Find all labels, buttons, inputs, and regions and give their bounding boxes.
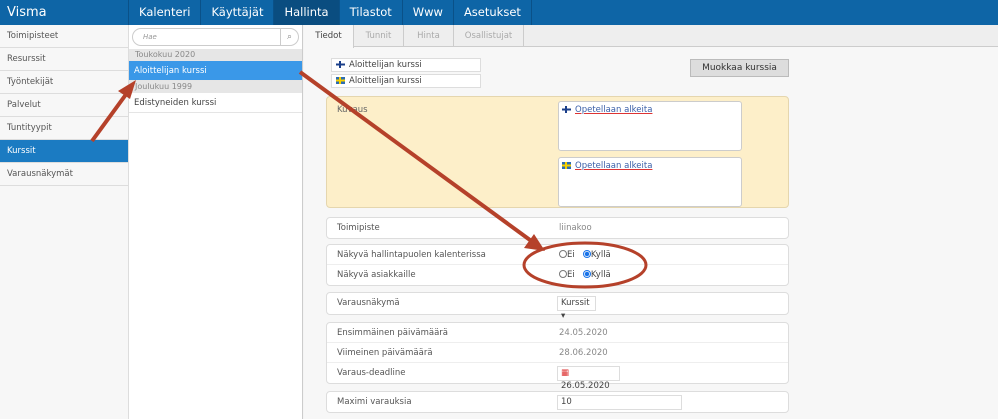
nav-www[interactable]: Www — [403, 0, 454, 25]
dates-box: Ensimmäinen päivämäärä 24.05.2020 Viimein… — [326, 322, 789, 391]
sidebar-item-kurssit[interactable]: Kurssit — [0, 140, 128, 163]
first-date-value: 24.05.2020 — [559, 328, 608, 338]
sidebar-item-tuntityypit[interactable]: Tuntityypit — [0, 117, 128, 140]
tab-hinta[interactable]: Hinta — [404, 25, 454, 46]
last-date-row: Viimeinen päivämäärä 28.06.2020 — [327, 343, 788, 363]
sweden-flag-icon — [336, 77, 345, 84]
group-header: Joulukuu 1999 — [129, 81, 302, 93]
course-name-sv-text: Aloittelijan kurssi — [349, 76, 422, 86]
finland-flag-icon — [336, 61, 345, 68]
tab-tunnit[interactable]: Tunnit — [354, 25, 404, 46]
tab-bar: Tiedot Tunnit Hinta Osallistujat — [304, 25, 998, 48]
first-date-label: Ensimmäinen päivämäärä — [337, 328, 448, 338]
max-bookings-box: Maximi varauksia 10 — [326, 391, 789, 413]
booking-view-box: Varausnäkymä Kurssit ▾ — [326, 292, 789, 321]
course-name-fi: Aloittelijan kurssi — [331, 58, 481, 72]
last-date-label: Viimeinen päivämäärä — [337, 348, 433, 358]
location-box: Toimipiste liinakoo — [326, 217, 789, 239]
visible-admin-label: Näkyvä hallintapuolen kalenterissa — [337, 250, 486, 260]
list-item[interactable]: Edistyneiden kurssi — [129, 93, 302, 113]
search-icon[interactable]: ⌕ — [280, 29, 298, 45]
deadline-row: Varaus-deadline ▦ 26.05.2020 — [327, 363, 788, 391]
max-bookings-input[interactable]: 10 — [557, 395, 682, 410]
description-fi-textarea[interactable]: Opetellaan alkeita — [558, 101, 742, 151]
description-label: Kuvaus — [337, 105, 368, 115]
main-panel: Tiedot Tunnit Hinta Osallistujat Aloitte… — [304, 25, 998, 419]
max-bookings-row: Maximi varauksia 10 — [327, 392, 788, 412]
nav-asetukset[interactable]: Asetukset — [454, 0, 532, 25]
booking-view-value: Kurssit — [561, 298, 590, 308]
sidebar-item-toimipisteet[interactable]: Toimipisteet — [0, 25, 128, 48]
finland-flag-icon — [562, 106, 571, 113]
edit-course-button[interactable]: Muokkaa kurssia — [690, 59, 789, 77]
visible-customers-label: Näkyvä asiakkaille — [337, 270, 416, 280]
list-item[interactable]: Aloittelijan kurssi — [129, 61, 302, 81]
deadline-input[interactable]: ▦ 26.05.2020 — [557, 366, 620, 391]
search-input[interactable]: Hae ⌕ — [132, 28, 299, 46]
nav-kalenteri[interactable]: Kalenteri — [129, 0, 202, 25]
description-fi-text: Opetellaan alkeita — [575, 105, 653, 115]
nav-kayttajat[interactable]: Käyttäjät — [201, 0, 275, 25]
visible-admin-no-radio[interactable] — [559, 250, 567, 258]
booking-view-select[interactable]: Kurssit ▾ — [557, 296, 596, 321]
location-label: Toimipiste — [337, 223, 380, 233]
last-date-value: 28.06.2020 — [559, 348, 608, 358]
top-navbar: Visma Digitalbooker Kalenteri Käyttäjät … — [0, 0, 998, 45]
nav-hallinta[interactable]: Hallinta — [274, 0, 340, 25]
visible-customers-row: Näkyvä asiakkaille Ei Kyllä — [327, 265, 788, 285]
radio-no-label: Ei — [567, 270, 575, 280]
description-sv-textarea[interactable]: Opetellaan alkeita — [558, 157, 742, 207]
course-name-sv: Aloittelijan kurssi — [331, 74, 481, 88]
visibility-box: Näkyvä hallintapuolen kalenterissa Ei Ky… — [326, 244, 789, 286]
course-name-fi-text: Aloittelijan kurssi — [349, 60, 422, 70]
nav-tilastot[interactable]: Tilastot — [340, 0, 403, 25]
sidebar-item-palvelut[interactable]: Palvelut — [0, 94, 128, 117]
description-sv-text: Opetellaan alkeita — [575, 161, 653, 171]
visible-customers-no-radio[interactable] — [559, 270, 567, 278]
radio-yes-label: Kyllä — [590, 270, 611, 280]
tab-osallistujat[interactable]: Osallistujat — [454, 25, 524, 46]
booking-view-row: Varausnäkymä Kurssit ▾ — [327, 293, 788, 321]
sidebar: Toimipisteet Resurssit Työntekijät Palve… — [0, 25, 129, 419]
search-placeholder: Hae — [143, 33, 157, 41]
booking-view-label: Varausnäkymä — [337, 298, 400, 308]
deadline-value: 26.05.2020 — [561, 381, 610, 391]
visible-customers-yes-radio[interactable] — [582, 270, 591, 278]
sidebar-item-tyontekijat[interactable]: Työntekijät — [0, 71, 128, 94]
visible-admin-row: Näkyvä hallintapuolen kalenterissa Ei Ky… — [327, 245, 788, 265]
group-header: Toukokuu 2020 — [129, 49, 302, 61]
course-list: Hae ⌕ Toukokuu 2020 Aloittelijan kurssi … — [129, 25, 303, 419]
max-bookings-label: Maximi varauksia — [337, 397, 412, 407]
location-row: Toimipiste liinakoo — [327, 218, 788, 238]
description-section: Kuvaus Opetellaan alkeita Opetellaan alk… — [326, 96, 789, 208]
location-value: liinakoo — [559, 223, 592, 233]
sweden-flag-icon — [562, 162, 571, 169]
sidebar-item-resurssit[interactable]: Resurssit — [0, 48, 128, 71]
first-date-row: Ensimmäinen päivämäärä 24.05.2020 — [327, 323, 788, 343]
radio-yes-label: Kyllä — [590, 250, 611, 260]
radio-no-label: Ei — [567, 250, 575, 260]
sidebar-item-varausnakymat[interactable]: Varausnäkymät — [0, 163, 128, 186]
caret-down-icon: ▾ — [561, 311, 566, 321]
brand-logo[interactable]: Visma Digitalbooker — [0, 0, 129, 45]
deadline-label: Varaus-deadline — [337, 368, 406, 378]
visible-admin-yes-radio[interactable] — [582, 250, 591, 258]
calendar-icon[interactable]: ▦ — [561, 368, 569, 378]
tab-tiedot[interactable]: Tiedot — [304, 25, 354, 48]
